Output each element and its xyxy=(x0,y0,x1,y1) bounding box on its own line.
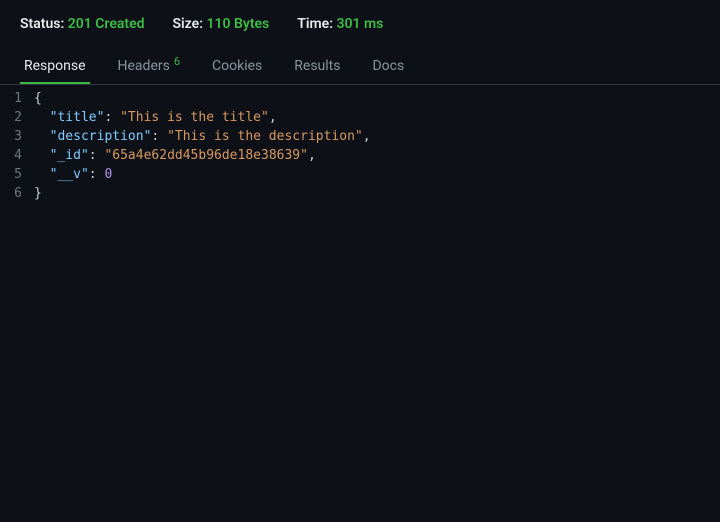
code: "title": "This is the title", xyxy=(34,108,277,127)
status-code-value: 201 Created xyxy=(68,16,145,32)
code-line: 3 "description": "This is the descriptio… xyxy=(0,127,720,146)
time-value: 301 ms xyxy=(337,16,384,32)
code: } xyxy=(34,184,42,203)
tab-headers[interactable]: Headers 6 xyxy=(114,50,185,84)
line-number: 4 xyxy=(0,146,34,165)
line-number: 3 xyxy=(0,127,34,146)
line-number: 1 xyxy=(0,89,34,108)
tab-cookies[interactable]: Cookies xyxy=(208,50,266,84)
line-number: 2 xyxy=(0,108,34,127)
status-label: Status: xyxy=(20,16,64,32)
size-item: Size: 110 Bytes xyxy=(173,16,270,32)
code: "description": "This is the description"… xyxy=(34,127,371,146)
status-item: Status: 201 Created xyxy=(20,16,145,32)
status-bar: Status: 201 Created Size: 110 Bytes Time… xyxy=(0,0,720,40)
response-body-viewer[interactable]: 1 { 2 "title": "This is the title", 3 "d… xyxy=(0,85,720,203)
response-tabs: Response Headers 6 Cookies Results Docs xyxy=(0,40,720,85)
size-label: Size: xyxy=(173,16,204,32)
tab-headers-label: Headers xyxy=(118,58,170,74)
tab-results[interactable]: Results xyxy=(290,50,344,84)
code: "_id": "65a4e62dd45b96de18e38639", xyxy=(34,146,316,165)
code: { xyxy=(34,89,42,108)
code-line: 2 "title": "This is the title", xyxy=(0,108,720,127)
tab-docs[interactable]: Docs xyxy=(368,50,408,84)
code-line: 5 "__v": 0 xyxy=(0,165,720,184)
code: "__v": 0 xyxy=(34,165,112,184)
size-value: 110 Bytes xyxy=(207,16,270,32)
code-line: 4 "_id": "65a4e62dd45b96de18e38639", xyxy=(0,146,720,165)
tab-headers-badge: 6 xyxy=(174,55,180,68)
code-line: 1 { xyxy=(0,89,720,108)
time-item: Time: 301 ms xyxy=(297,16,383,32)
code-line: 6 } xyxy=(0,184,720,203)
line-number: 5 xyxy=(0,165,34,184)
tab-response[interactable]: Response xyxy=(20,50,90,84)
time-label: Time: xyxy=(297,16,333,32)
line-number: 6 xyxy=(0,184,34,203)
